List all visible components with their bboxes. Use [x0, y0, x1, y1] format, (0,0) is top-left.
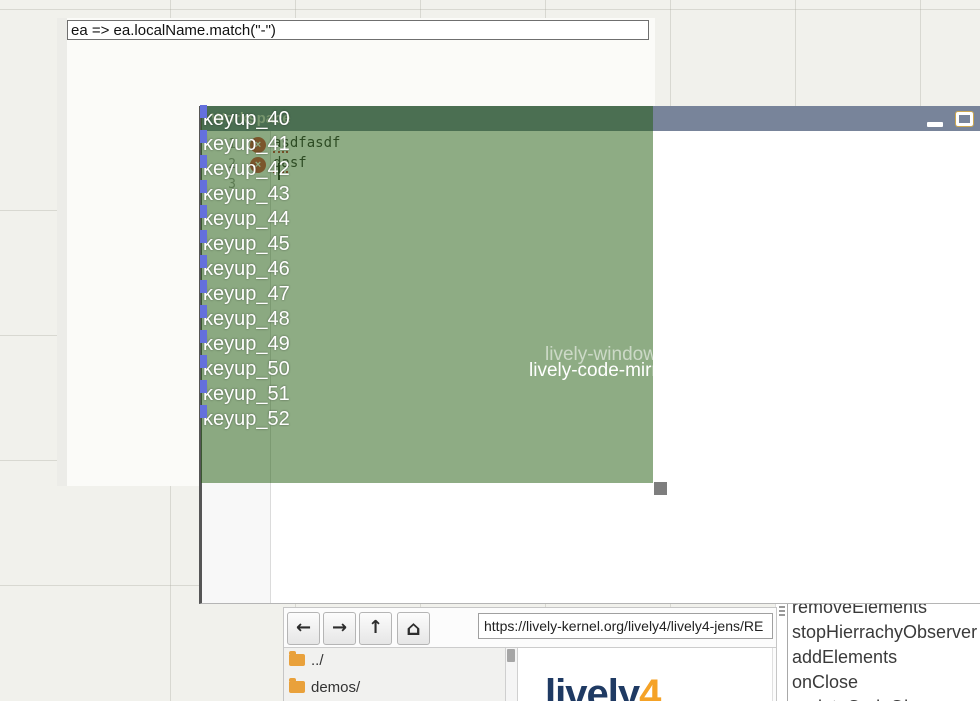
event-label: keyup_43 — [200, 182, 290, 206]
event-label: keyup_50 — [200, 357, 290, 381]
event-label: keyup_48 — [200, 307, 290, 331]
event-label: keyup_44 — [200, 207, 290, 231]
up-icon: ↑ — [368, 617, 383, 638]
logo-digit: 4 — [639, 672, 660, 701]
selection-marker — [200, 305, 207, 318]
file-item[interactable]: demos/ — [289, 679, 360, 699]
query-input[interactable] — [67, 20, 649, 40]
resize-handle[interactable] — [654, 482, 667, 495]
methods-scrollbar[interactable] — [777, 594, 788, 701]
event-label-text: keyup_41 — [200, 133, 290, 155]
event-label: keyup_45 — [200, 232, 290, 256]
event-label: keyup_46 — [200, 257, 290, 281]
event-label-text: keyup_42 — [200, 158, 290, 180]
event-label: keyup_51 — [200, 382, 290, 406]
event-label-text: keyup_50 — [200, 358, 290, 380]
logo-pane: lively4 — [518, 648, 773, 701]
method-item[interactable]: onClose — [792, 671, 858, 693]
method-item[interactable]: stopHierrachyObserver — [792, 621, 977, 643]
selection-marker — [200, 405, 207, 418]
home-button[interactable]: ⌂ — [397, 612, 430, 645]
event-label-text: keyup_49 — [200, 333, 290, 355]
browser-window: ← → ↑ ⌂ ../ demos/ lively4 — [283, 607, 777, 701]
event-label: keyup_47 — [200, 282, 290, 306]
up-button[interactable]: ↑ — [359, 612, 392, 645]
methods-panel: removeElements stopHierrachyObserver add… — [775, 594, 980, 701]
file-browser-pane: ../ demos/ — [284, 648, 506, 701]
event-label-text: keyup_45 — [200, 233, 290, 255]
scrollbar-thumb[interactable] — [507, 649, 515, 662]
forward-button[interactable]: → — [323, 612, 356, 645]
selection-marker — [200, 130, 207, 143]
method-item[interactable]: addElements — [792, 646, 897, 668]
maximize-button[interactable] — [956, 112, 973, 126]
event-label: keyup_42 — [200, 157, 290, 181]
event-label-text: keyup_46 — [200, 258, 290, 280]
file-name: demos/ — [311, 679, 360, 696]
method-item[interactable]: updateCodeObserver — [792, 696, 964, 701]
event-label: keyup_52 — [200, 407, 290, 431]
event-label-text: keyup_44 — [200, 208, 290, 230]
event-label-text: keyup_47 — [200, 283, 290, 305]
selection-marker — [200, 380, 207, 393]
selection-marker — [200, 180, 207, 193]
selection-marker — [200, 355, 207, 368]
file-name: ../ — [311, 652, 324, 669]
minimize-button[interactable] — [927, 122, 943, 127]
folder-icon — [289, 654, 305, 666]
event-label: keyup_49 — [200, 332, 290, 356]
back-icon: ← — [296, 617, 311, 638]
event-label: keyup_41 — [200, 132, 290, 156]
scroll-tick — [779, 610, 785, 612]
event-label-text: keyup_43 — [200, 183, 290, 205]
event-label-text: keyup_51 — [200, 383, 290, 405]
selection-marker — [200, 330, 207, 343]
desktop: removeElements stopHierrachyObserver add… — [0, 0, 980, 701]
selection-marker — [200, 105, 207, 118]
url-input[interactable] — [478, 613, 773, 639]
event-label-text: keyup_40 — [200, 108, 290, 130]
event-label-text: keyup_48 — [200, 308, 290, 330]
back-button[interactable]: ← — [287, 612, 320, 645]
query-panel-gutter — [57, 18, 67, 486]
selection-marker — [200, 280, 207, 293]
selection-marker — [200, 255, 207, 268]
event-label: keyup_40 — [200, 107, 290, 131]
logo-word: lively — [545, 672, 639, 701]
selection-marker — [200, 205, 207, 218]
file-item[interactable]: ../ — [289, 652, 324, 672]
file-scrollbar[interactable] — [506, 648, 518, 701]
scroll-tick — [779, 606, 785, 608]
lively4-logo: lively4 — [545, 672, 660, 701]
forward-icon: → — [332, 617, 347, 638]
selection-marker — [200, 230, 207, 243]
selection-marker — [200, 155, 207, 168]
home-icon: ⌂ — [406, 616, 420, 640]
scroll-tick — [779, 614, 785, 616]
event-label-text: keyup_52 — [200, 408, 290, 430]
folder-icon — [289, 681, 305, 693]
lively-code-mirror-label: lively-code-mirror — [529, 360, 653, 382]
